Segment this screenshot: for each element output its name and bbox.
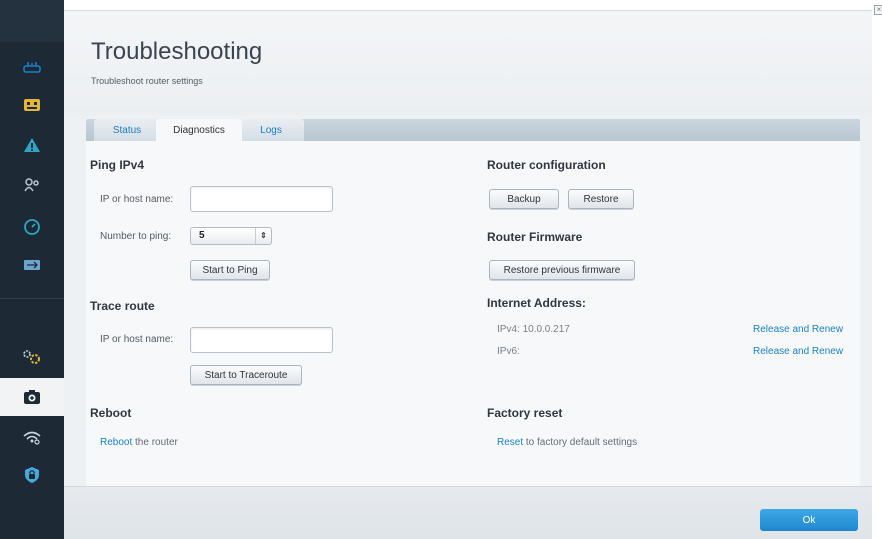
sidebar-item-settings[interactable] — [0, 338, 64, 376]
settings-icon — [23, 350, 40, 364]
ipv4-release-renew-link[interactable]: Release and Renew — [753, 324, 843, 335]
usb-icon — [24, 260, 40, 270]
sidebar-item-wifi[interactable] — [0, 418, 64, 456]
speed-icon — [24, 219, 40, 235]
factory-reset-line: Reset to factory default settings — [497, 437, 637, 448]
sidebar-item-usb[interactable] — [0, 246, 64, 284]
internet-address-heading: Internet Address: — [487, 296, 586, 310]
trace-host-label: IP or host name: — [100, 334, 174, 345]
tab-status[interactable]: Status — [94, 119, 160, 141]
ipv6-address: IPv6: — [497, 346, 520, 357]
backup-button[interactable]: Backup — [489, 189, 559, 209]
sidebar-item-troubleshooting[interactable] — [0, 378, 64, 416]
shield-icon — [25, 467, 39, 483]
factory-reset-text: to factory default settings — [523, 437, 638, 448]
sidebar-item-parental[interactable] — [0, 166, 64, 204]
reset-link[interactable]: Reset — [497, 437, 523, 448]
reboot-link[interactable]: Reboot — [100, 437, 132, 448]
ping-count-value: 5 — [199, 230, 205, 241]
sidebar-item-devices[interactable] — [0, 86, 64, 124]
page-subtitle: Troubleshoot router settings — [91, 76, 203, 86]
trace-heading: Trace route — [90, 299, 155, 313]
start-traceroute-button[interactable]: Start to Traceroute — [190, 365, 302, 385]
dialog-header: Troubleshooting Troubleshoot router sett… — [64, 11, 872, 115]
reboot-heading: Reboot — [90, 406, 132, 420]
firmware-heading: Router Firmware — [487, 230, 583, 244]
restore-button[interactable]: Restore — [568, 189, 634, 209]
alert-icon — [24, 138, 40, 152]
tab-diagnostics[interactable]: Diagnostics — [156, 119, 242, 141]
tab-logs[interactable]: Logs — [238, 119, 304, 141]
router-icon — [23, 62, 41, 73]
ping-heading: Ping IPv4 — [90, 158, 145, 172]
dialog-footer: Ok — [64, 486, 872, 539]
ping-count-label: Number to ping: — [100, 231, 172, 242]
parental-icon — [24, 178, 39, 192]
close-icon[interactable]: × — [874, 5, 882, 15]
troubleshooting-dialog: Troubleshooting Troubleshoot router sett… — [64, 5, 882, 539]
start-ping-button[interactable]: Start to Ping — [190, 260, 270, 280]
restore-firmware-button[interactable]: Restore previous firmware — [489, 260, 635, 280]
sidebar-item-speed[interactable] — [0, 208, 64, 246]
diagnostics-panel: Ping IPv4 IP or host name: Number to pin… — [86, 141, 860, 486]
page-title: Troubleshooting — [91, 38, 263, 65]
devices-icon — [24, 99, 40, 111]
sidebar-nav — [0, 0, 64, 539]
reboot-text: the router — [132, 437, 178, 448]
stepper-arrows-icon: ⇕ — [255, 228, 271, 244]
tab-bar: Status Diagnostics Logs — [86, 119, 860, 141]
ping-host-input[interactable] — [190, 186, 333, 212]
sidebar-top — [0, 0, 64, 42]
router-config-heading: Router configuration — [487, 158, 606, 172]
ok-button[interactable]: Ok — [760, 509, 858, 531]
wifi-icon — [23, 431, 41, 445]
sidebar-item-router[interactable] — [0, 48, 64, 86]
sidebar-divider — [0, 298, 64, 299]
reboot-line: Reboot the router — [100, 437, 178, 448]
ping-host-label: IP or host name: — [100, 194, 174, 205]
troubleshooting-icon — [24, 390, 40, 404]
factory-reset-heading: Factory reset — [487, 406, 563, 420]
sidebar-item-alerts[interactable] — [0, 126, 64, 164]
trace-host-input[interactable] — [190, 327, 333, 353]
ipv4-address: IPv4: 10.0.0.217 — [497, 324, 570, 335]
sidebar-item-security[interactable] — [0, 456, 64, 494]
ping-count-select[interactable]: 5 ⇕ — [190, 227, 272, 245]
ipv6-release-renew-link[interactable]: Release and Renew — [753, 346, 843, 357]
